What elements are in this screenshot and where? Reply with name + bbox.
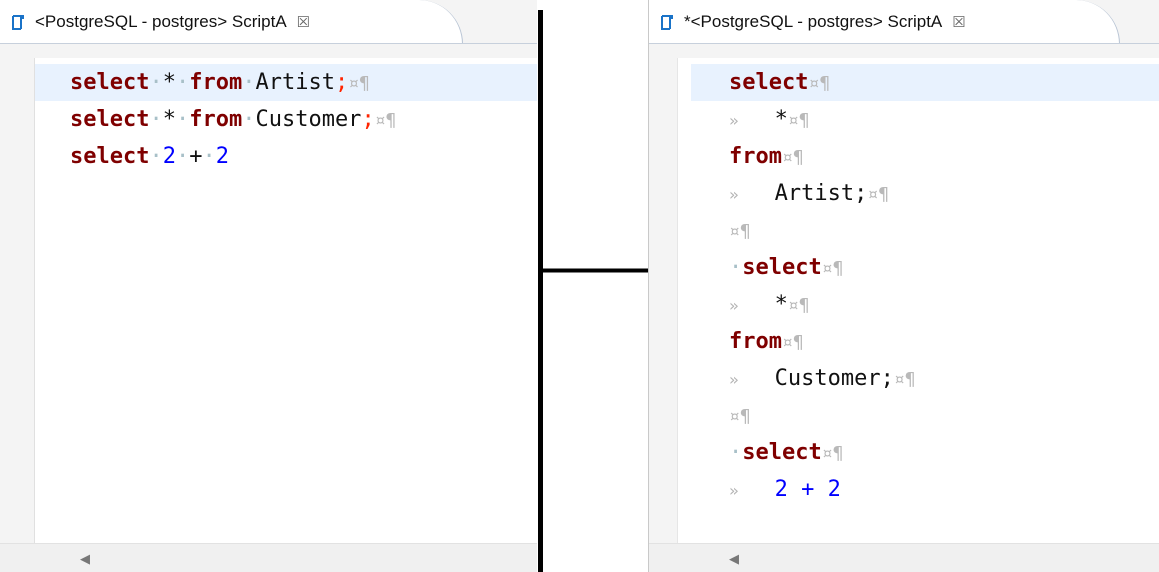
horizontal-scrollbar[interactable]: ◀ xyxy=(0,543,537,572)
keyword: from xyxy=(729,144,782,169)
keyword: select xyxy=(70,70,150,95)
tab-marker: » xyxy=(729,185,739,204)
line-end-marker: ¤¶ xyxy=(821,443,844,464)
code-line[interactable]: select¤¶ xyxy=(691,64,1159,101)
line-end-marker: ¤¶ xyxy=(781,147,804,168)
keyword: select xyxy=(70,107,150,132)
line-end-marker: ¤¶ xyxy=(893,369,916,390)
expression: 2 + 2 xyxy=(774,477,841,502)
code-line[interactable]: select·2·+·2 xyxy=(35,138,537,175)
sql-script-icon xyxy=(659,14,675,31)
number: 2 xyxy=(215,144,229,169)
tab-marker: » xyxy=(729,111,739,130)
code-line[interactable]: from¤¶ xyxy=(678,138,1159,175)
scroll-left-arrow-icon[interactable]: ◀ xyxy=(80,552,90,567)
left-editor-panel: <PostgreSQL - postgres> ScriptA ☒ select… xyxy=(0,0,537,572)
token: * xyxy=(162,107,176,132)
tab-title: <PostgreSQL - postgres> ScriptA xyxy=(35,12,287,31)
tab-marker: » xyxy=(729,296,739,315)
close-tab-icon[interactable]: ☒ xyxy=(297,13,310,31)
editor-gutter xyxy=(0,58,34,544)
code-line[interactable]: » Artist;¤¶ xyxy=(678,175,1159,212)
code-line[interactable]: » *¤¶ xyxy=(678,286,1159,323)
tab-strip-border xyxy=(0,43,537,44)
keyword: from xyxy=(729,329,782,354)
identifier: Customer xyxy=(255,107,362,132)
token: * xyxy=(162,70,176,95)
line-end-marker: ¤¶ xyxy=(781,332,804,353)
right-editor-panel: *<PostgreSQL - postgres> ScriptA ☒ selec… xyxy=(648,0,1159,572)
code-line[interactable]: ·select¤¶ xyxy=(678,249,1159,286)
editor-tab-scripta[interactable]: <PostgreSQL - postgres> ScriptA ☒ xyxy=(0,0,463,44)
code-line[interactable]: » *¤¶ xyxy=(678,101,1159,138)
line-end-marker: ¤¶ xyxy=(348,73,370,94)
token: * xyxy=(774,292,788,317)
tab-strip-border xyxy=(649,43,1159,44)
code-line[interactable]: ¤¶ xyxy=(678,397,1159,434)
comparison-divider xyxy=(538,10,543,572)
line-end-marker: ¤¶ xyxy=(808,73,831,94)
tab-marker: » xyxy=(729,370,739,389)
sql-editor[interactable]: select·*·from·Artist;¤¶ select·*·from·Cu… xyxy=(34,58,537,544)
code-line[interactable]: » 2 + 2 xyxy=(678,471,1159,508)
code-line[interactable]: ¤¶ xyxy=(678,212,1159,249)
keyword: select xyxy=(742,255,822,280)
tab-title: *<PostgreSQL - postgres> ScriptA xyxy=(684,12,943,31)
code-line[interactable]: select·*·from·Customer;¤¶ xyxy=(35,101,537,138)
token: * xyxy=(774,107,788,132)
editor-tab-scripta-modified[interactable]: *<PostgreSQL - postgres> ScriptA ☒ xyxy=(649,0,1120,44)
line-end-marker: ¤¶ xyxy=(867,184,890,205)
line-end-marker: ¤¶ xyxy=(821,258,844,279)
close-tab-icon[interactable]: ☒ xyxy=(952,13,965,31)
keyword: from xyxy=(189,107,243,132)
code-line[interactable]: ·select¤¶ xyxy=(678,434,1159,471)
keyword: select xyxy=(70,144,150,169)
line-end-marker: ¤¶ xyxy=(729,406,751,427)
code-line[interactable]: from¤¶ xyxy=(678,323,1159,360)
sql-editor[interactable]: select¤¶ » *¤¶ from¤¶ » Artist;¤¶ ¤¶ ·sele… xyxy=(677,58,1159,544)
scroll-left-arrow-icon[interactable]: ◀ xyxy=(729,552,739,567)
tab-marker: » xyxy=(729,481,739,500)
identifier: Customer; xyxy=(774,366,894,391)
code-line[interactable]: » Customer;¤¶ xyxy=(678,360,1159,397)
keyword: select xyxy=(742,440,822,465)
horizontal-scrollbar[interactable]: ◀ xyxy=(649,543,1159,572)
line-end-marker: ¤¶ xyxy=(787,110,810,131)
line-end-marker: ¤¶ xyxy=(729,221,751,242)
identifier: Artist; xyxy=(774,181,868,206)
line-end-marker: ¤¶ xyxy=(374,110,397,131)
editor-gutter xyxy=(649,58,677,544)
number: 2 xyxy=(162,144,176,169)
semicolon: ; xyxy=(361,107,375,132)
identifier: Artist xyxy=(255,70,335,95)
keyword: from xyxy=(189,70,243,95)
sql-script-icon xyxy=(10,14,26,31)
code-line[interactable]: select·*·from·Artist;¤¶ xyxy=(35,64,537,101)
operator: + xyxy=(189,144,203,169)
line-end-marker: ¤¶ xyxy=(787,295,810,316)
keyword: select xyxy=(729,70,809,95)
semicolon: ; xyxy=(334,70,349,95)
